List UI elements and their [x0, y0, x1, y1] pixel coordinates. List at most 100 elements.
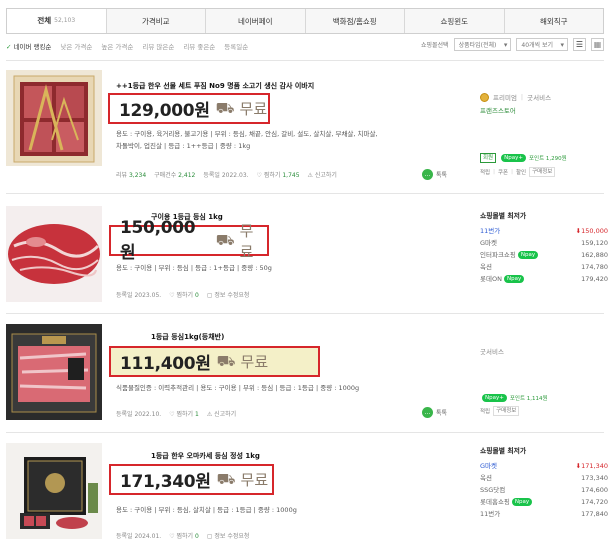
divider: [6, 432, 604, 433]
grid-view-icon[interactable]: ▦: [591, 38, 604, 51]
truck-icon: ⛟: [215, 98, 235, 117]
mall-name: 롯데홈쇼핑 Npay: [480, 496, 533, 508]
product-title[interactable]: ++1등급 한우 선물 세트 푸짐 No9 명품 소고기 생신 감사 이바지: [116, 81, 314, 91]
register-date: 등록일 2022.10.: [116, 411, 162, 418]
mall-name: G마켓: [480, 239, 497, 247]
mall-row[interactable]: 롯데ON Npay 179,420: [480, 273, 608, 285]
store-name[interactable]: 프랜즈스토어: [480, 105, 567, 115]
free-shipping: 무료: [240, 353, 269, 371]
mall-row[interactable]: 인터파크쇼핑 Npay 162,880: [480, 249, 608, 261]
mall-name: SSG닷컴: [480, 486, 506, 494]
seller-select-label[interactable]: 쇼핑몰선택: [421, 40, 449, 49]
mall-price: 159,120: [581, 239, 608, 247]
mall-name: 옥션: [480, 263, 492, 271]
product-title[interactable]: 1등급 등심1kg(등채반): [151, 332, 224, 342]
list-view-icon[interactable]: ☰: [573, 38, 586, 51]
tab-department-homeshopping[interactable]: 백화점/홈쇼핑: [304, 9, 405, 33]
register-date: 등록일 2022.03.: [203, 172, 249, 179]
report-button[interactable]: ⚠ 신고하기: [207, 409, 236, 418]
sort-option-high-price[interactable]: 높은 가격순: [101, 41, 133, 51]
talk-button[interactable]: … 톡톡: [422, 407, 447, 418]
product-spec: 용도 : 구이용 | 부위 : 등심, 살치살 | 등급 : 1등급 | 중량 …: [116, 505, 297, 517]
purchase-count: 구매건수 2,412: [154, 170, 195, 179]
sort-option-review-score[interactable]: 리뷰 좋은순: [183, 41, 215, 51]
tab-overseas[interactable]: 해외직구: [503, 9, 604, 33]
sort-label: 네이버 랭킹순: [13, 43, 52, 51]
edit-request-button[interactable]: ▢ 정보 수정요청: [207, 531, 250, 540]
mall-price-list: 쇼핑몰별 최저가 11번가 ⬇150,000 G마켓 159,120 인터파크쇼핑 N…: [480, 210, 608, 285]
product-title[interactable]: 1등급 한우 오마카세 등심 정성 1kg: [151, 451, 260, 461]
mall-price: 177,840: [581, 510, 608, 518]
spec-line: 식품물질인증 : 이력추적관리 | 용도 : 구이용 | 부위 : 등심 | 등…: [116, 384, 360, 392]
report-label: 신고하기: [314, 172, 337, 179]
sort-option-low-price[interactable]: 낮은 가격순: [60, 41, 92, 51]
tag-row: 적립 구매정보: [480, 406, 548, 416]
heart-icon: ♡: [256, 172, 262, 179]
mall-row[interactable]: 옥션 173,340: [480, 472, 608, 484]
npay-label: pay: [508, 155, 519, 161]
product-thumbnail[interactable]: [6, 324, 102, 420]
mall-row[interactable]: 11번가 ⬇150,000: [480, 225, 608, 237]
heart-icon: ♡: [169, 533, 175, 540]
seller-grade: 굿서비스: [480, 346, 548, 356]
purchase-info-button[interactable]: 구매정보: [529, 167, 556, 177]
talk-label: 톡톡: [436, 410, 448, 417]
mall-price-list: 쇼핑몰별 최저가 G마켓 ⬇171,340 옥션 173,340 SSG닷컴 174,…: [480, 445, 608, 520]
product-thumbnail[interactable]: [6, 443, 102, 539]
review-link[interactable]: 리뷰 3,234: [116, 170, 146, 179]
mall-row[interactable]: 롯데홈쇼핑 Npay 174,720: [480, 496, 608, 508]
tab-all[interactable]: 전체 52,103: [7, 9, 106, 33]
edit-request-label: 정보 수정요청: [214, 533, 250, 540]
product-meta: 리뷰 3,234 구매건수 2,412 등록일 2022.03. ♡ 찜하기 1…: [116, 170, 337, 179]
sort-option-review-count[interactable]: 리뷰 많은순: [142, 41, 174, 51]
product-price[interactable]: 129,000원: [119, 96, 210, 121]
product-price[interactable]: 150,000원: [120, 218, 210, 263]
divider: [6, 313, 604, 314]
product-spec: 식품물질인증 : 이력추적관리 | 용도 : 구이용 | 부위 : 등심 | 등…: [116, 383, 359, 395]
tab-naver-pay[interactable]: 네이버페이: [205, 9, 305, 33]
select-value: 상품타입(전체): [458, 42, 497, 49]
zzim-button[interactable]: ♡ 찜하기 0: [169, 531, 199, 540]
sort-option-date[interactable]: 등록일순: [224, 41, 248, 51]
zzim-count: 1: [194, 411, 199, 418]
zzim-button[interactable]: ♡ 찜하기 1: [169, 409, 199, 418]
price-highlight: 111,400원 ⛟ 무료: [109, 346, 320, 377]
product-thumbnail[interactable]: [6, 206, 102, 302]
tab-price-compare[interactable]: 가격비교: [105, 9, 206, 33]
heart-icon: ♡: [169, 292, 175, 299]
product-price[interactable]: 111,400원: [120, 349, 211, 374]
product-price[interactable]: 171,340원: [120, 467, 211, 492]
sort-option-ranking[interactable]: ✓ 네이버 랭킹순: [6, 41, 51, 51]
mall-row[interactable]: 11번가 177,840: [480, 508, 608, 520]
mall-row[interactable]: G마켓 159,120: [480, 237, 608, 249]
tag: 할인: [515, 170, 527, 176]
benefit-badge: 회원: [480, 153, 497, 163]
product-thumbnail[interactable]: [6, 70, 102, 166]
select-value: 40개씩 보기: [521, 42, 553, 49]
tab-label: 네이버페이: [238, 16, 273, 26]
purchase-info-button[interactable]: 구매정보: [493, 406, 520, 416]
zzim-label: 찜하기: [176, 292, 194, 299]
npay-badge: Npay: [511, 498, 533, 506]
mall-row[interactable]: SSG닷컴 174,600: [480, 484, 608, 496]
talk-button[interactable]: … 톡톡: [422, 169, 447, 180]
product-meta: 등록일 2024.01. ♡ 찜하기 0 ▢ 정보 수정요청: [116, 531, 249, 540]
mall-row[interactable]: G마켓 ⬇171,340: [480, 460, 608, 472]
edit-request-button[interactable]: ▢ 정보 수정요청: [207, 290, 250, 299]
free-shipping: 무료: [239, 221, 254, 261]
mall-row[interactable]: 옥션 174,780: [480, 261, 608, 273]
page-size-select[interactable]: 40개씩 보기: [516, 38, 568, 51]
mall-price: 162,880: [581, 251, 608, 259]
mall-price: 174,780: [581, 263, 608, 271]
zzim-button[interactable]: ♡ 찜하기 0: [169, 290, 199, 299]
report-button[interactable]: ⚠ 신고하기: [308, 170, 337, 179]
tab-shopping-window[interactable]: 쇼핑윈도: [404, 9, 504, 33]
product-type-select[interactable]: 상품타입(전체): [453, 38, 512, 51]
zzim-button[interactable]: ♡ 찜하기 1,745: [257, 170, 300, 179]
mall-name-text: 롯데ON: [480, 275, 502, 283]
mall-name-text: 인터파크쇼핑: [480, 251, 516, 259]
tag: 쿠폰: [497, 170, 509, 176]
mall-name-text: 롯데홈쇼핑: [480, 498, 510, 506]
seller-grade: 프리미엄 | 굿서비스: [480, 92, 567, 102]
mall-price: 179,420: [581, 275, 608, 283]
